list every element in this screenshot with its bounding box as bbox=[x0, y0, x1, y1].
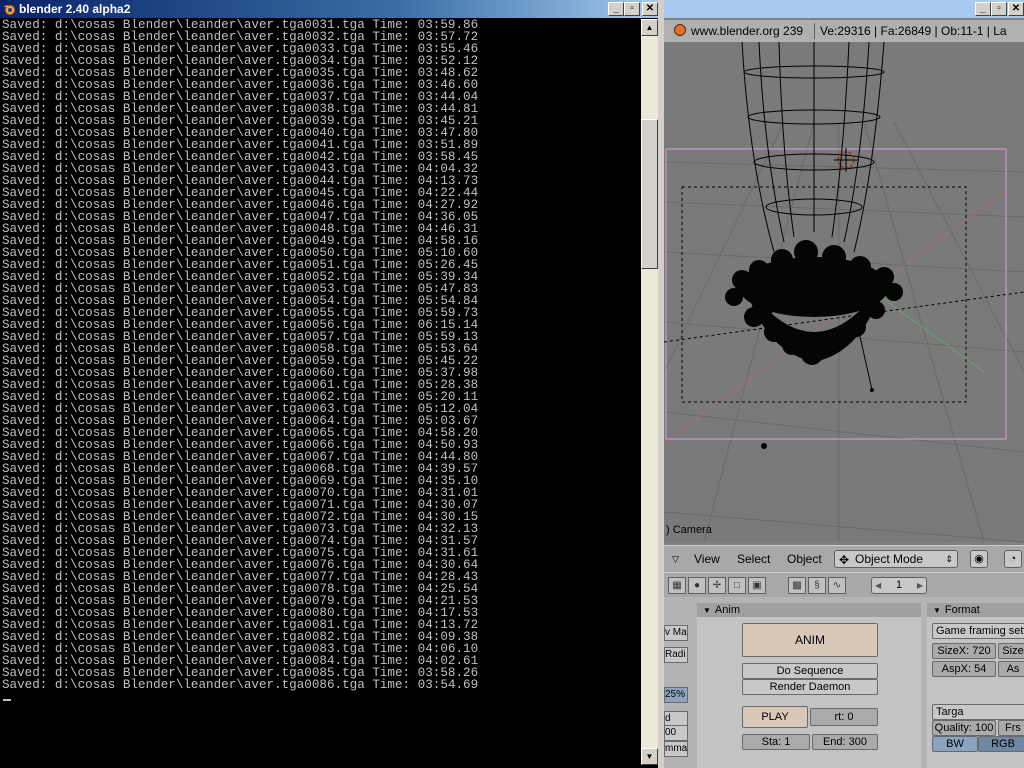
blender-maximize-button[interactable]: ▫ bbox=[991, 2, 1007, 16]
start-frame-field[interactable]: Sta: 1 bbox=[742, 734, 810, 750]
increment-arrow-icon[interactable]: ▶ bbox=[917, 578, 923, 593]
buttons-header: ▦ ● ✢ □ ▣ ▩ § ∿ ◀ 1 ▶ bbox=[664, 572, 1024, 598]
object-mode-icon: ✥ bbox=[839, 553, 850, 567]
viewport-scene bbox=[664, 42, 1024, 542]
3d-viewport[interactable]: ) Camera bbox=[664, 42, 1024, 542]
buttons-window: v Ma Radi 25% d 00 mma ▼ Anim ANIM Do Seq… bbox=[664, 597, 1024, 768]
draw-type-icon[interactable]: ◉ bbox=[970, 550, 988, 568]
game-framing-button[interactable]: Game framing settin bbox=[932, 623, 1024, 639]
menu-view[interactable]: View bbox=[694, 546, 720, 572]
console-titlebar[interactable]: blender 2.40 alpha2 _ ▫ ✕ bbox=[0, 0, 661, 18]
menu-object[interactable]: Object bbox=[787, 546, 822, 572]
blender-window: _ ▫ ✕ www.blender.org 239 Ve:29316 | Fa:… bbox=[664, 0, 1024, 768]
file-type-select[interactable]: Targa bbox=[932, 704, 1024, 720]
close-button[interactable]: ✕ bbox=[642, 2, 658, 16]
console-scrollbar[interactable]: ▲ ▼ bbox=[641, 19, 658, 765]
console-window: blender 2.40 alpha2 _ ▫ ✕ Saved: d:\cosa… bbox=[0, 0, 664, 768]
render-daemon-button[interactable]: Render Daemon bbox=[742, 679, 878, 695]
stub-button[interactable]: mma bbox=[664, 741, 688, 757]
console-title: blender 2.40 alpha2 bbox=[19, 2, 131, 16]
object-buttons-icon[interactable]: ✢ bbox=[708, 577, 726, 594]
blender-url[interactable]: www.blender.org 239 bbox=[691, 20, 803, 42]
end-frame-field[interactable]: End: 300 bbox=[812, 734, 878, 750]
format-panel-header[interactable]: ▼ Format bbox=[927, 603, 1024, 617]
blender-logo-icon bbox=[3, 4, 16, 16]
quality-field[interactable]: Quality: 100 bbox=[932, 720, 996, 736]
anim-playback-icon[interactable]: § bbox=[808, 577, 826, 594]
material-icon[interactable]: ● bbox=[688, 577, 706, 594]
viewport-header: ▽ View Select Object ✥ Object Mode ⇕ ◉ ◔ bbox=[664, 545, 1024, 572]
decrement-arrow-icon[interactable]: ◀ bbox=[875, 578, 881, 593]
do-sequence-button[interactable]: Do Sequence bbox=[742, 663, 878, 679]
scroll-up-arrow-icon[interactable]: ▲ bbox=[641, 19, 658, 36]
mode-selector[interactable]: ✥ Object Mode ⇕ bbox=[834, 550, 958, 568]
size-x-field[interactable]: SizeX: 720 bbox=[932, 643, 996, 659]
current-frame-field[interactable]: ◀ 1 ▶ bbox=[871, 577, 927, 594]
rgb-toggle[interactable]: RGB bbox=[978, 736, 1024, 752]
rt-field[interactable]: rt: 0 bbox=[810, 708, 878, 726]
stub-button[interactable]: 00 bbox=[664, 725, 688, 741]
render-buttons-icon[interactable]: ▦ bbox=[668, 577, 686, 594]
editing-icon[interactable]: □ bbox=[728, 577, 746, 594]
maximize-button[interactable]: ▫ bbox=[624, 2, 640, 16]
menu-select[interactable]: Select bbox=[737, 546, 770, 572]
anim-button[interactable]: ANIM bbox=[742, 623, 878, 657]
console-output: Saved: d:\cosas Blender\leander\aver.tga… bbox=[2, 19, 638, 764]
format-panel-title: Format bbox=[944, 604, 980, 616]
blender-minimize-button[interactable]: _ bbox=[975, 2, 991, 16]
blender-icon bbox=[674, 24, 686, 36]
stub-button[interactable]: Radi bbox=[664, 647, 688, 663]
text-cursor bbox=[3, 699, 11, 701]
console-line: Saved: d:\cosas Blender\leander\aver.tga… bbox=[2, 678, 479, 692]
frs-field[interactable]: Frs bbox=[998, 720, 1024, 736]
asp-y-field[interactable]: As bbox=[998, 661, 1024, 677]
active-object-label: ) Camera bbox=[666, 524, 712, 536]
panel-collapse-icon[interactable]: ▼ bbox=[933, 606, 941, 615]
current-frame-value: 1 bbox=[895, 579, 903, 591]
anim-panel-header[interactable]: ▼ Anim bbox=[697, 603, 921, 617]
size-y-field[interactable]: Size bbox=[998, 643, 1024, 659]
blender-close-button[interactable]: ✕ bbox=[1008, 2, 1024, 16]
scene-icon[interactable]: ▣ bbox=[748, 577, 766, 594]
info-header: www.blender.org 239 Ve:29316 | Fa:26849 … bbox=[664, 20, 1024, 43]
minimize-button[interactable]: _ bbox=[608, 2, 624, 16]
mode-selector-label: Object Mode bbox=[855, 552, 924, 566]
panel-collapse-icon[interactable]: ▼ bbox=[703, 606, 711, 615]
dropdown-arrow-icon: ⇕ bbox=[945, 554, 953, 564]
stub-button[interactable]: 25% bbox=[664, 687, 688, 703]
scrollbar-thumb[interactable] bbox=[641, 119, 658, 269]
sound-icon[interactable]: ∿ bbox=[828, 577, 846, 594]
scene-stats: Ve:29316 | Fa:26849 | Ob:11-1 | La bbox=[820, 24, 1007, 38]
anim-panel-title: Anim bbox=[714, 604, 740, 616]
blender-titlebar[interactable]: _ ▫ ✕ bbox=[664, 0, 1024, 18]
stub-button[interactable]: v Ma bbox=[664, 625, 688, 641]
play-button[interactable]: PLAY bbox=[742, 706, 808, 728]
view-lock-icon[interactable]: ◔ bbox=[1004, 550, 1022, 568]
scroll-down-arrow-icon[interactable]: ▼ bbox=[641, 748, 658, 765]
bw-toggle[interactable]: BW bbox=[932, 736, 978, 752]
separator bbox=[814, 23, 815, 39]
render-icon[interactable]: ▩ bbox=[788, 577, 806, 594]
header-collapse-icon[interactable]: ▽ bbox=[672, 546, 679, 572]
asp-x-field[interactable]: AspX: 54 bbox=[932, 661, 996, 677]
